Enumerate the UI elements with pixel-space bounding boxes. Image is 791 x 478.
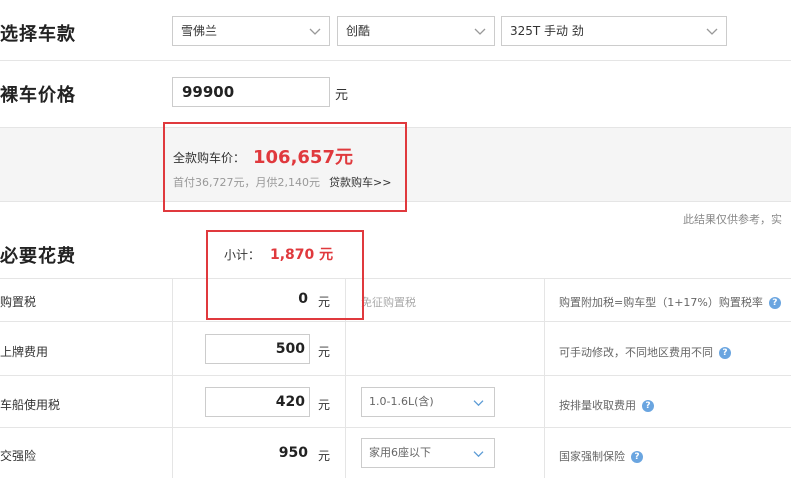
fee-unit: 元 <box>318 345 331 359</box>
fee-input-vehicle-tax[interactable]: 420 <box>205 387 310 417</box>
divider <box>0 60 791 61</box>
fee-note-purchase-tax: 购置附加税=购车型（1+17%）购置税率? <box>559 294 781 310</box>
select-car-title: 选择车款 <box>0 24 76 45</box>
seat-type-select-value: 家用6座以下 <box>369 446 431 459</box>
fee-value-compulsory-insurance: 950 <box>278 445 308 461</box>
fee-note-registration: 可手动修改，不同地区费用不同? <box>559 344 731 360</box>
chevron-down-icon <box>706 28 718 35</box>
fee-note-vehicle-tax: 按排量收取费用? <box>559 397 654 413</box>
series-select-value: 创酷 <box>346 24 371 38</box>
fee-name-registration: 上牌费用 <box>0 345 49 359</box>
highlight-box-subtotal <box>206 230 364 320</box>
fee-unit: 元 <box>318 398 331 412</box>
model-select[interactable]: 325T 手动 劲 <box>501 16 727 46</box>
fee-note-text: 可手动修改，不同地区费用不同 <box>559 346 713 359</box>
help-icon[interactable]: ? <box>719 347 731 359</box>
fee-name-compulsory-insurance: 交强险 <box>0 449 37 463</box>
disclaimer-text: 此结果仅供参考，实 <box>683 213 782 226</box>
help-icon[interactable]: ? <box>631 451 643 463</box>
bare-price-input[interactable]: 99900 <box>172 77 330 107</box>
fee-name-vehicle-tax: 车船使用税 <box>0 398 61 412</box>
displacement-select-value: 1.0-1.6L(含) <box>369 395 434 408</box>
series-select[interactable]: 创酷 <box>337 16 495 46</box>
column-divider <box>172 278 173 478</box>
highlight-box-total <box>163 122 407 212</box>
fee-unit: 元 <box>318 449 331 463</box>
chevron-down-icon <box>474 28 486 35</box>
fee-note-text: 购置附加税=购车型（1+17%）购置税率 <box>559 296 763 309</box>
fee-note-text: 按排量收取费用 <box>559 399 636 412</box>
fees-title: 必要花费 <box>0 246 76 267</box>
help-icon[interactable]: ? <box>768 297 781 309</box>
fee-note-compulsory-insurance: 国家强制保险? <box>559 448 643 464</box>
fee-note-text: 国家强制保险 <box>559 450 625 463</box>
chevron-down-icon <box>309 28 321 35</box>
model-select-value: 325T 手动 劲 <box>510 24 584 38</box>
fee-name-purchase-tax: 购置税 <box>0 295 37 309</box>
brand-select[interactable]: 雪佛兰 <box>172 16 330 46</box>
bare-price-title: 裸车价格 <box>0 85 76 106</box>
chevron-down-icon <box>473 451 484 458</box>
fee-mid-purchase-tax: 免征购置税 <box>361 296 416 309</box>
help-icon[interactable]: ? <box>642 400 654 412</box>
fee-input-registration[interactable]: 500 <box>205 334 310 364</box>
column-divider <box>544 278 545 478</box>
seat-type-select[interactable]: 家用6座以下 <box>361 438 495 468</box>
brand-select-value: 雪佛兰 <box>181 24 218 38</box>
bare-price-unit: 元 <box>335 88 349 103</box>
displacement-select[interactable]: 1.0-1.6L(含) <box>361 387 495 417</box>
chevron-down-icon <box>473 400 484 407</box>
